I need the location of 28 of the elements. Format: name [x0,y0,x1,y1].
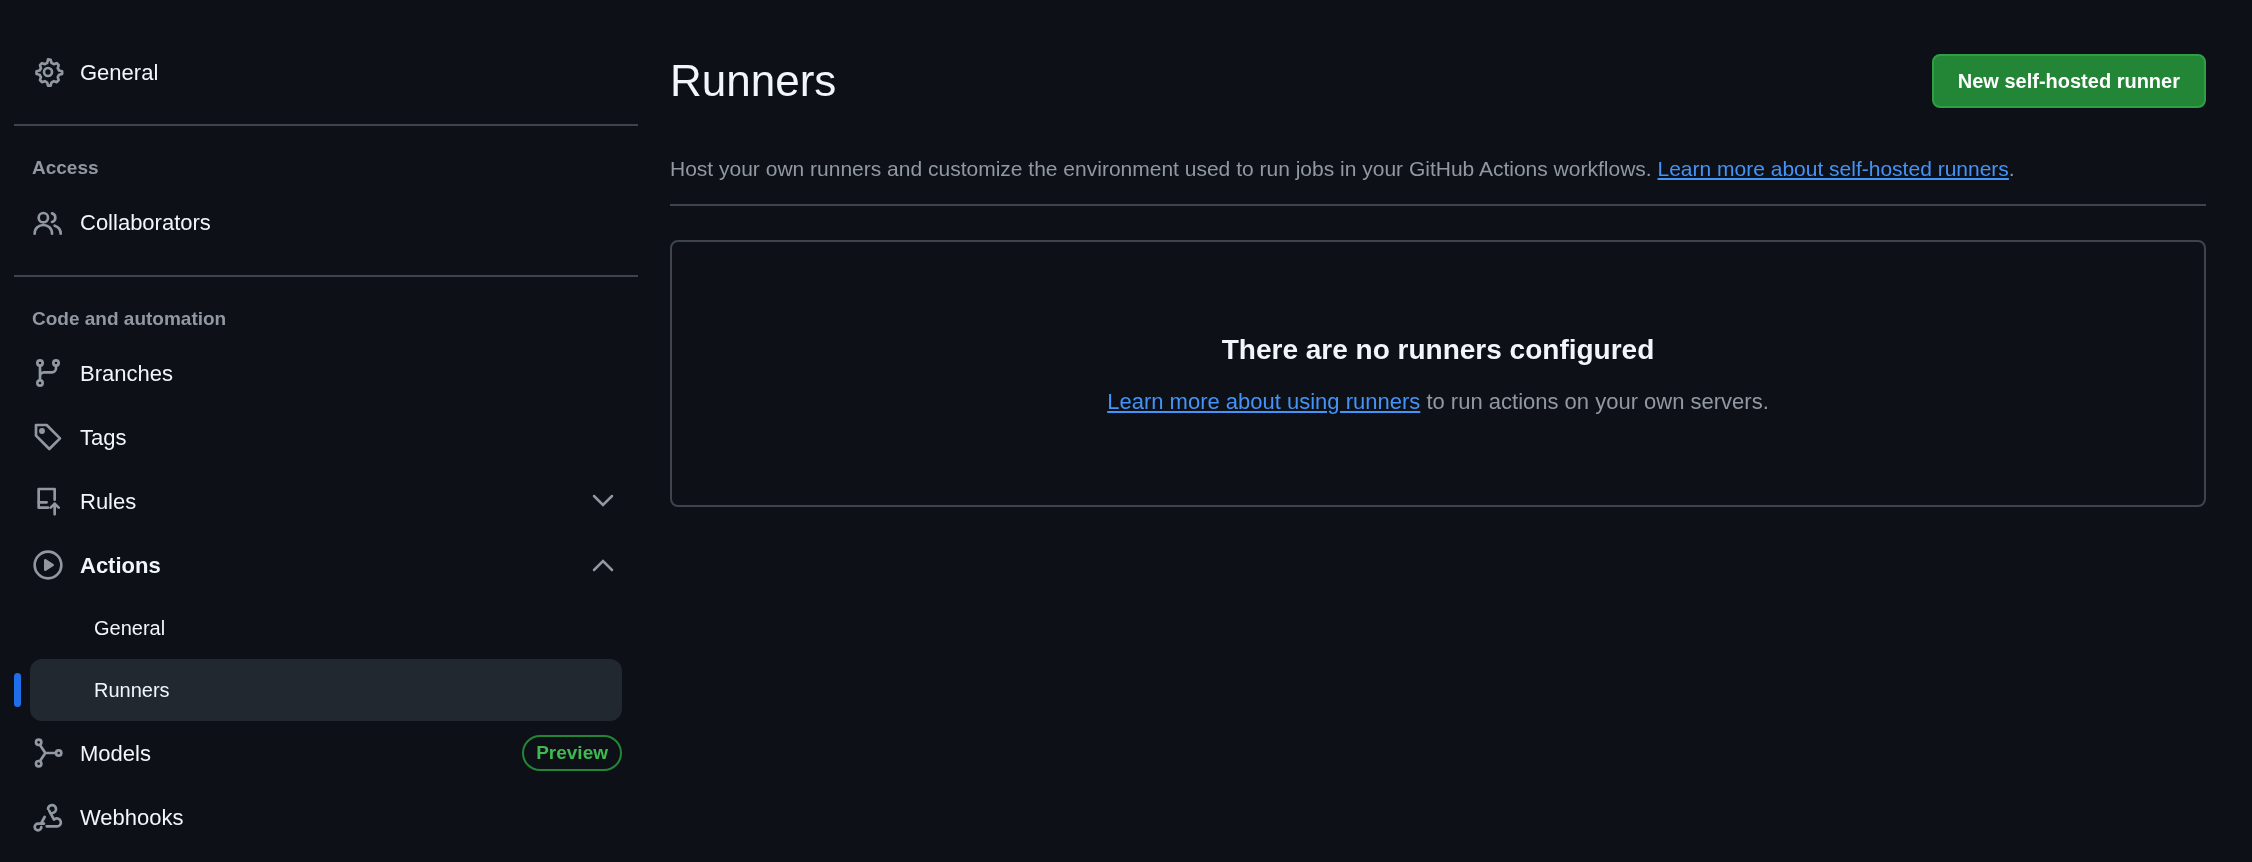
nav-item[interactable]: Models Preview [14,721,638,785]
nav-item[interactable]: Tags [14,405,638,469]
webhook-icon [32,801,64,833]
nav-item[interactable]: Actions [14,533,638,597]
tag-icon [32,421,64,453]
selection-indicator [14,673,21,707]
chevron-up-icon[interactable] [592,558,614,572]
empty-state-title: There are no runners configured [1221,333,1655,367]
section-heading: Access [32,157,99,178]
nodes-icon [32,737,64,769]
nav-item[interactable]: Webhooks [14,785,638,849]
nav-item[interactable]: Branches [14,341,638,405]
empty-state-text: Learn more about using runners to run actions on your own servers. [1107,388,1769,416]
runners-link[interactable]: Learn more about using runners [1107,389,1421,414]
nav-subitem[interactable]: General [30,597,622,659]
preview-badge: Preview [522,734,622,772]
chevron-down-icon[interactable] [592,494,614,508]
new-runner-button[interactable]: New self-hosted runner [1931,54,2206,108]
description-text: Host your own runners and customize the environment used to run jobs in your GitHub Actions workflows. Learn more about self-hosted runners. [670,156,2016,182]
play-icon [32,549,64,581]
nav-item[interactable]: General [14,40,638,104]
nav-item[interactable]: Rules [14,469,638,533]
nav-subitem[interactable]: Runners [30,659,622,721]
nav-item[interactable]: Collaborators [14,190,638,255]
learn-more-link[interactable]: Learn more about self-hosted runners [1657,157,2009,180]
gear-icon [32,56,64,88]
section-heading: Code and automation [32,307,227,329]
page-title: Runners [670,55,837,107]
